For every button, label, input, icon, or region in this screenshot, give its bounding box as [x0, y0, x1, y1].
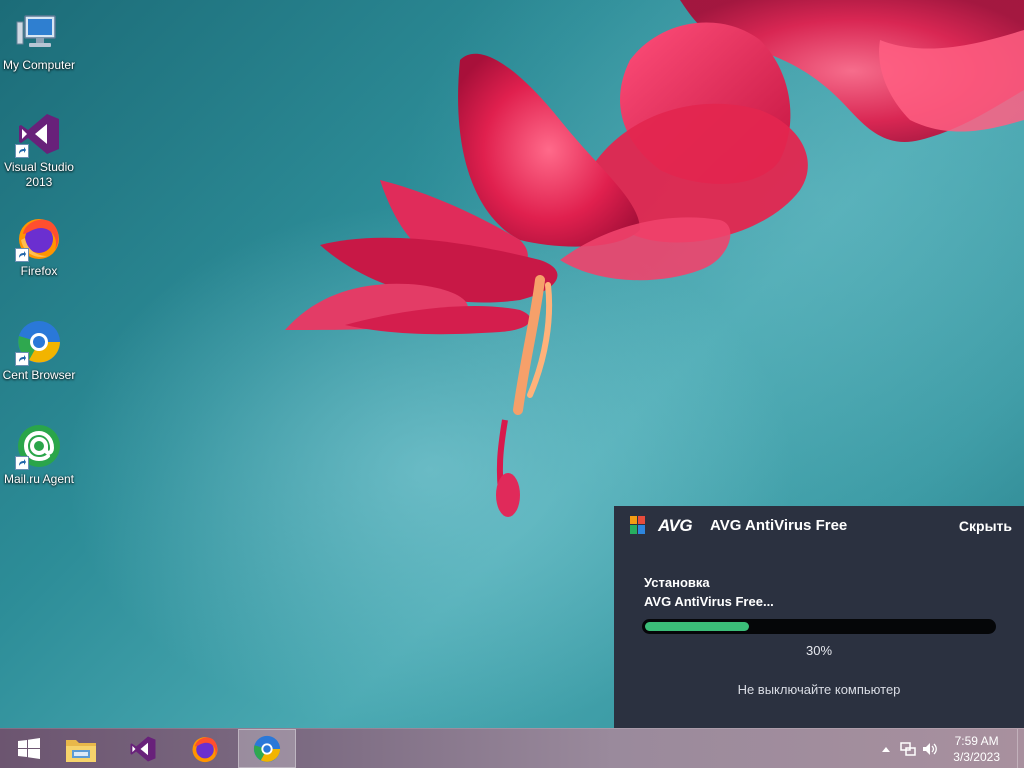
volume-icon[interactable] [922, 741, 938, 757]
clock-time: 7:59 AM [954, 734, 999, 748]
install-status-line1: Установка [644, 575, 710, 590]
install-progress-bar [642, 619, 996, 634]
desktop-icon-mailru-agent[interactable]: Mail.ru Agent [0, 422, 78, 487]
desktop: My Computer Visual Studio 2013 Firefox C… [0, 0, 1024, 728]
shortcut-arrow-icon [15, 456, 29, 470]
install-note: Не выключайте компьютер [737, 682, 901, 697]
clock[interactable]: 7:59 AM 3/3/2023 [953, 733, 1000, 765]
start-button[interactable] [0, 729, 58, 768]
avg-install-panel: AVG AVG AntiVirus Free Скрыть Установка … [614, 506, 1024, 728]
taskbar-file-explorer[interactable] [52, 729, 110, 768]
system-tray: 7:59 AM 3/3/2023 [864, 729, 1024, 768]
avg-logo: AVG [630, 514, 693, 538]
cent-browser-icon [253, 735, 281, 762]
firefox-icon [192, 736, 218, 762]
taskbar-firefox[interactable] [176, 729, 234, 768]
desktop-icon-visual-studio[interactable]: Visual Studio 2013 [0, 110, 78, 190]
install-status-line2: AVG AntiVirus Free... [644, 594, 774, 609]
computer-icon [15, 8, 63, 56]
taskbar-visual-studio[interactable] [114, 729, 172, 768]
install-progress-fill [645, 622, 749, 631]
windows-start-icon [18, 737, 40, 759]
show-desktop-button[interactable] [1017, 729, 1024, 768]
shortcut-arrow-icon [15, 248, 29, 262]
shortcut-arrow-icon [15, 352, 29, 366]
visual-studio-icon [15, 110, 63, 158]
taskbar-cent-browser[interactable] [238, 729, 296, 768]
hide-button[interactable]: Скрыть [959, 518, 1012, 534]
file-explorer-icon [66, 739, 96, 762]
desktop-icon-label: My Computer [2, 58, 76, 72]
desktop-icon-my-computer[interactable]: My Computer [0, 8, 78, 73]
avg-logo-text: AVG [658, 516, 693, 535]
mailru-agent-icon [15, 422, 63, 470]
desktop-icon-label: Cent Browser [2, 368, 76, 382]
desktop-icon-firefox[interactable]: Firefox [0, 214, 78, 279]
network-icon[interactable] [900, 741, 916, 757]
avg-panel-title: AVG AntiVirus Free [710, 517, 848, 534]
desktop-icon-cent-browser[interactable]: Cent Browser [0, 318, 78, 383]
desktop-icon-label: Visual Studio 2013 [4, 160, 74, 189]
visual-studio-icon [130, 736, 156, 761]
firefox-icon [15, 214, 63, 262]
desktop-icon-label: Firefox [20, 264, 58, 278]
show-hidden-icons-chevron-icon[interactable] [878, 741, 894, 757]
install-status: Установка AVG AntiVirus Free... [644, 573, 774, 611]
clock-date: 3/3/2023 [953, 750, 1000, 764]
avg-logo-icon [630, 516, 645, 534]
taskbar: 7:59 AM 3/3/2023 [0, 728, 1024, 768]
avg-panel-header: AVG AVG AntiVirus Free Скрыть [614, 506, 1024, 546]
cent-browser-icon [15, 318, 63, 366]
desktop-icon-label: Mail.ru Agent [3, 472, 75, 486]
install-progress-percent: 30% [805, 643, 833, 658]
shortcut-arrow-icon [15, 144, 29, 158]
